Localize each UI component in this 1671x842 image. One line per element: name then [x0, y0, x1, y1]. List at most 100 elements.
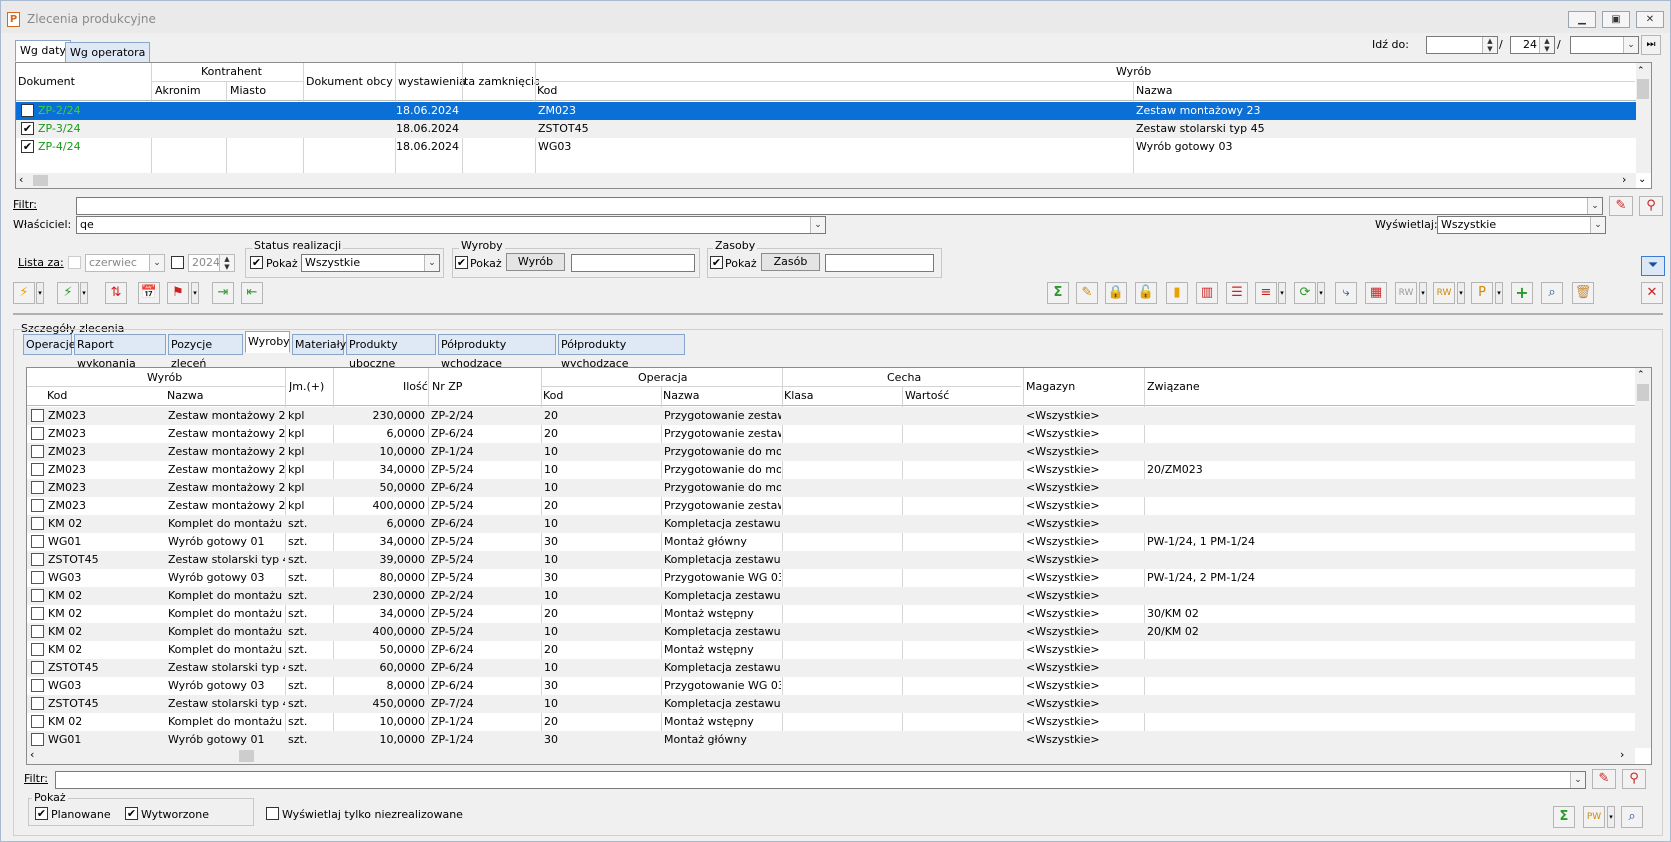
tab-pozycje-zleceń[interactable]: Pozycje zleceń — [168, 334, 243, 370]
lightning-icon[interactable]: ⚡ — [13, 282, 35, 304]
col-wystawienia[interactable]: wystawienia — [398, 75, 466, 88]
chevron-down-icon[interactable]: ⌄ — [1587, 198, 1602, 214]
col-jm[interactable]: Jm.(+) — [289, 380, 324, 393]
goto-year-combo[interactable]: ⌄ — [1570, 36, 1639, 54]
clear-filter-button[interactable]: ✎ — [1609, 196, 1633, 216]
row-checkbox[interactable] — [31, 445, 44, 458]
lock-icon[interactable]: 🔒 — [1105, 282, 1127, 304]
table-row[interactable]: ZSTOT45 Zestaw stolarski typ 45 szt. 39,000… — [27, 551, 1635, 569]
tab-operacje[interactable]: Operacje — [23, 334, 76, 355]
zasob-input[interactable] — [825, 254, 934, 272]
sum-icon[interactable]: Σ — [1047, 282, 1069, 304]
table-row[interactable]: WG01 Wyrób gotowy 01 szt. 34,0000 ZP-5/24 30 M… — [27, 533, 1635, 551]
owner-combo[interactable]: qe ⌄ — [76, 216, 826, 234]
document-arrow-icon[interactable]: ⤷ — [1335, 282, 1357, 304]
scroll-left-icon[interactable]: ‹ — [19, 173, 23, 186]
tab-półprodukty-wychodzące[interactable]: Półprodukty wychodzące — [558, 334, 685, 370]
collapse-panel-button[interactable]: ⏷ — [1641, 256, 1665, 276]
row-checkbox[interactable] — [31, 481, 44, 494]
col-nazwa[interactable]: Nazwa — [1136, 84, 1172, 97]
close-icon[interactable]: ✕ — [1641, 282, 1663, 304]
maximize-button[interactable]: ▣ — [1602, 11, 1630, 28]
zasoby-show-checkbox[interactable]: ✔ — [710, 256, 723, 269]
close-button[interactable]: ✕ — [1636, 11, 1664, 28]
add-icon[interactable]: + — [1511, 282, 1533, 304]
bottom-filter-input[interactable]: ⌄ — [55, 771, 1586, 789]
row-checkbox[interactable] — [31, 499, 44, 512]
chevron-down-icon[interactable]: ▾ — [1317, 282, 1325, 304]
table-row[interactable]: ZSTOT45 Zestaw stolarski typ 45 szt. 60,000… — [27, 659, 1635, 677]
table-row[interactable]: ZM023 Zestaw montażowy 23 kpl 10,0000 ZP-1/2… — [27, 443, 1635, 461]
row-checkbox[interactable] — [31, 733, 44, 746]
col-zamkniecia[interactable]: ta zamknięcia — [464, 75, 539, 88]
gantt-icon[interactable]: ☰ — [1226, 282, 1248, 304]
chevron-down-icon[interactable]: ⌄ — [1570, 772, 1585, 788]
lista-year-input[interactable]: 2024 ▲ ▼ — [188, 254, 235, 272]
row-checkbox[interactable] — [31, 661, 44, 674]
tab-raport-wykonania[interactable]: Raport wykonania — [74, 334, 166, 370]
row-checkbox[interactable] — [31, 625, 44, 638]
row-checkbox[interactable] — [31, 643, 44, 656]
chart-icon[interactable]: ▥ — [1196, 282, 1218, 304]
delete-icon[interactable]: 🗑 — [1572, 282, 1594, 304]
row-checkbox[interactable] — [31, 427, 44, 440]
pw-icon[interactable]: P — [1471, 282, 1493, 304]
minimize-button[interactable]: ▁ — [1568, 11, 1596, 28]
table-row[interactable]: KM 02 Komplet do montażu 02szt. 34,0000 ZP-… — [27, 605, 1635, 623]
table-row[interactable]: ZM023 Zestaw montażowy 23 kpl 400,0000 ZP-5/… — [27, 497, 1635, 515]
refresh-icon[interactable]: ⟳ — [1294, 282, 1316, 304]
col-dokument-obcy[interactable]: Dokument obcy — [306, 75, 393, 88]
chevron-down-icon[interactable]: ⌄ — [1590, 217, 1605, 233]
unlock-icon[interactable]: 🔓 — [1135, 282, 1157, 304]
table-row[interactable]: KM 02 Komplet do montażu 02szt. 10,0000 ZP-… — [27, 713, 1635, 731]
calendar-icon[interactable]: 📅 — [138, 282, 160, 304]
table-row[interactable]: ✔ ZP-2/24 18.06.2024 ZM023 Zestaw montażowy … — [16, 102, 1636, 120]
col-zwiazane[interactable]: Związane — [1147, 380, 1200, 393]
table-row[interactable]: KM 02 Komplet do montażu 02szt. 6,0000 ZP-6… — [27, 515, 1635, 533]
row-checkbox[interactable]: ✔ — [21, 140, 34, 153]
planowane-checkbox[interactable]: ✔ — [35, 807, 48, 820]
chevron-down-icon[interactable]: ▾ — [1278, 282, 1286, 304]
filter-builder-button[interactable]: ⚲ — [1639, 196, 1663, 216]
col-akronim[interactable]: Akronim — [155, 84, 201, 97]
col-miasto[interactable]: Miasto — [230, 84, 266, 97]
tab-produkty-uboczne[interactable]: Produkty uboczne — [346, 334, 436, 370]
clear-filter-button[interactable]: ✎ — [1592, 769, 1616, 789]
col-nrzp[interactable]: Nr ZP — [432, 380, 462, 393]
row-checkbox[interactable] — [31, 517, 44, 530]
chevron-down-icon[interactable]: ▾ — [1419, 282, 1427, 304]
document-icon[interactable]: ▮ — [1166, 282, 1188, 304]
scroll-up-icon[interactable]: ⌃ — [1637, 66, 1645, 76]
table-row[interactable]: ZM023 Zestaw montażowy 23 kpl 230,0000 ZP-2/… — [27, 407, 1635, 425]
goto-month-input[interactable]: 24 ▲ ▼ — [1510, 36, 1555, 54]
col-wartosc[interactable]: Wartość — [905, 389, 949, 402]
zasob-button[interactable]: Zasób — [761, 253, 820, 271]
scroll-right-icon[interactable]: › — [1620, 748, 1624, 761]
chevron-down-icon[interactable]: ▾ — [191, 282, 199, 304]
table-row[interactable]: ZM023 Zestaw montażowy 23 kpl 34,0000 ZP-5/2… — [27, 461, 1635, 479]
row-checkbox[interactable] — [31, 589, 44, 602]
scroll-down-icon[interactable]: ⌄ — [1638, 174, 1646, 185]
wyrob-button[interactable]: Wyrób — [506, 253, 565, 271]
table-row[interactable]: ZM023 Zestaw montażowy 23 kpl 6,0000 ZP-6/24… — [27, 425, 1635, 443]
table-row[interactable]: ZM023 Zestaw montażowy 23 kpl 50,0000 ZP-6/2… — [27, 479, 1635, 497]
row-checkbox[interactable]: ✔ — [21, 122, 34, 135]
row-checkbox[interactable] — [31, 553, 44, 566]
sort-arrows-icon[interactable]: ⇅ — [105, 282, 127, 304]
row-checkbox[interactable] — [31, 715, 44, 728]
products-vscroll[interactable]: ⌃ — [1635, 368, 1651, 748]
col-magazyn[interactable]: Magazyn — [1026, 380, 1075, 393]
col-kod[interactable]: Kod — [537, 84, 557, 97]
col-op-kod[interactable]: Kod — [543, 389, 563, 402]
chevron-down-icon[interactable]: ⌄ — [424, 255, 439, 271]
row-checkbox[interactable] — [31, 571, 44, 584]
col-dokument[interactable]: Dokument — [18, 75, 75, 88]
chevron-down-icon[interactable]: ⌄ — [1623, 37, 1638, 53]
table-row[interactable]: WG01 Wyrób gotowy 01 szt. 10,0000 ZP-1/24 30 M… — [27, 731, 1635, 749]
lista-month-checkbox[interactable] — [68, 256, 81, 269]
col-kod[interactable]: Kod — [47, 389, 67, 402]
wyrob-input[interactable] — [571, 254, 695, 272]
scroll-left-icon[interactable]: ‹ — [30, 748, 34, 761]
table-row[interactable]: ✔ ZP-3/24 18.06.2024 ZSTOT45 Zestaw stolarsk… — [16, 120, 1636, 138]
chevron-down-icon[interactable]: ▾ — [1607, 806, 1615, 828]
